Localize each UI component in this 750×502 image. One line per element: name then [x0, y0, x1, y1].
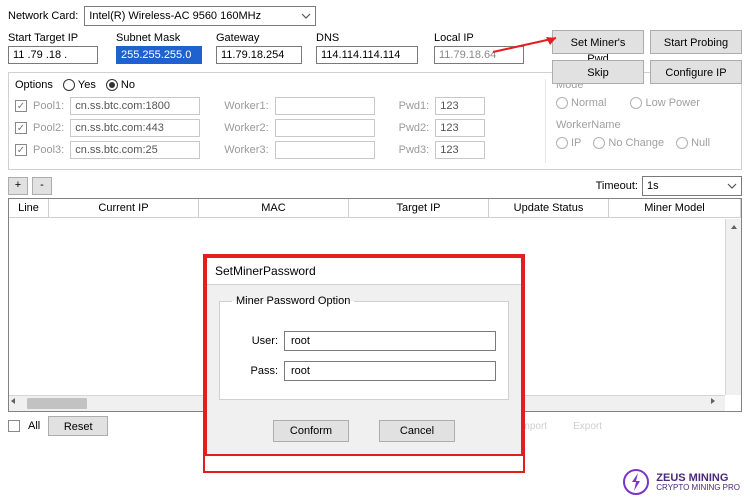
pool2-label: Pool2:	[33, 122, 64, 134]
reset-button[interactable]: Reset	[48, 416, 108, 436]
network-card-dropdown[interactable]: Intel(R) Wireless-AC 9560 160MHz	[84, 6, 316, 26]
local-ip-label: Local IP	[434, 32, 534, 44]
all-label: All	[28, 420, 40, 432]
worker3-input[interactable]	[275, 141, 375, 159]
worker2-label: Worker2:	[224, 122, 268, 134]
workername-ip-label: IP	[571, 137, 581, 149]
mode-low-power-radio: Low Power	[630, 97, 699, 109]
pool2-input[interactable]	[70, 119, 200, 137]
user-input[interactable]	[284, 331, 496, 351]
vertical-scrollbar[interactable]	[725, 219, 741, 395]
pwd2-label: Pwd2:	[399, 122, 430, 134]
timeout-label: Timeout:	[596, 180, 638, 192]
col-line[interactable]: Line	[9, 199, 49, 217]
pool3-checkbox[interactable]	[15, 144, 27, 156]
pool2-checkbox[interactable]	[15, 122, 27, 134]
pass-label: Pass:	[232, 365, 278, 377]
scroll-right-icon[interactable]	[709, 396, 725, 411]
start-target-ip-label: Start Target IP	[8, 32, 108, 44]
options-yes-radio[interactable]: Yes	[63, 79, 96, 91]
scroll-left-icon[interactable]	[9, 396, 25, 411]
cancel-button[interactable]: Cancel	[379, 420, 455, 442]
col-update-status[interactable]: Update Status	[489, 199, 609, 217]
options-no-label: No	[121, 79, 135, 91]
chevron-down-icon	[301, 11, 311, 21]
workername-ip-radio: IP	[556, 137, 581, 149]
pwd1-input[interactable]	[435, 97, 485, 115]
pwd1-label: Pwd1:	[399, 100, 430, 112]
scroll-up-icon[interactable]	[726, 219, 741, 235]
col-miner-model[interactable]: Miner Model	[609, 199, 741, 217]
dns-label: DNS	[316, 32, 426, 44]
dialog-legend: Miner Password Option	[232, 295, 354, 307]
local-ip-input	[434, 46, 524, 64]
watermark-logo: ZEUS MINING CRYPTO MINING PRO	[622, 468, 740, 496]
workername-label: WorkerName	[556, 119, 735, 131]
subnet-mask-label: Subnet Mask	[116, 32, 208, 44]
mode-normal-label: Normal	[571, 97, 606, 109]
options-label: Options	[15, 79, 53, 91]
all-checkbox[interactable]	[8, 420, 20, 432]
pool1-label: Pool1:	[33, 100, 64, 112]
start-target-ip-input[interactable]	[8, 46, 98, 64]
start-probing-button[interactable]: Start Probing	[650, 30, 742, 54]
mode-normal-radio: Normal	[556, 97, 606, 109]
pwd3-label: Pwd3:	[399, 144, 430, 156]
user-label: User:	[232, 335, 278, 347]
col-target-ip[interactable]: Target IP	[349, 199, 489, 217]
workername-nochange-radio: No Change	[593, 137, 664, 149]
pwd3-input[interactable]	[435, 141, 485, 159]
scrollbar-thumb[interactable]	[27, 398, 87, 409]
remove-row-button[interactable]: -	[32, 177, 52, 195]
set-miner-password-dialog: SetMinerPassword Miner Password Option U…	[206, 257, 522, 455]
add-row-button[interactable]: +	[8, 177, 28, 195]
subnet-mask-input[interactable]	[116, 46, 202, 64]
worker3-label: Worker3:	[224, 144, 268, 156]
zeus-bolt-icon	[622, 468, 650, 496]
worker1-input[interactable]	[275, 97, 375, 115]
import-faded: Import	[519, 421, 547, 432]
timeout-dropdown[interactable]: 1s	[642, 176, 742, 196]
set-miners-pwd-button[interactable]: Set Miner's Pwd	[552, 30, 644, 54]
pwd2-input[interactable]	[435, 119, 485, 137]
configure-ip-button[interactable]: Configure IP	[650, 60, 742, 84]
pool1-checkbox[interactable]	[15, 100, 27, 112]
col-current-ip[interactable]: Current IP	[49, 199, 199, 217]
network-card-label: Network Card:	[8, 10, 78, 22]
pool3-input[interactable]	[70, 141, 200, 159]
gateway-input[interactable]	[216, 46, 302, 64]
mode-low-power-label: Low Power	[645, 97, 699, 109]
network-card-value: Intel(R) Wireless-AC 9560 160MHz	[89, 10, 261, 22]
pool3-label: Pool3:	[33, 144, 64, 156]
col-mac[interactable]: MAC	[199, 199, 349, 217]
chevron-down-icon	[727, 181, 737, 191]
pool1-input[interactable]	[70, 97, 200, 115]
logo-line1: ZEUS MINING	[656, 473, 740, 484]
logo-line2: CRYPTO MINING PRO	[656, 484, 740, 492]
pass-input[interactable]	[284, 361, 496, 381]
dialog-title: SetMinerPassword	[207, 258, 521, 285]
workername-nochange-label: No Change	[608, 137, 664, 149]
timeout-value: 1s	[647, 180, 659, 192]
workername-null-radio: Null	[676, 137, 710, 149]
worker1-label: Worker1:	[224, 100, 268, 112]
worker2-input[interactable]	[275, 119, 375, 137]
skip-button[interactable]: Skip	[552, 60, 644, 84]
options-no-radio[interactable]: No	[106, 79, 135, 91]
dns-input[interactable]	[316, 46, 418, 64]
export-faded: Export	[573, 421, 602, 432]
gateway-label: Gateway	[216, 32, 308, 44]
workername-null-label: Null	[691, 137, 710, 149]
options-yes-label: Yes	[78, 79, 96, 91]
conform-button[interactable]: Conform	[273, 420, 349, 442]
